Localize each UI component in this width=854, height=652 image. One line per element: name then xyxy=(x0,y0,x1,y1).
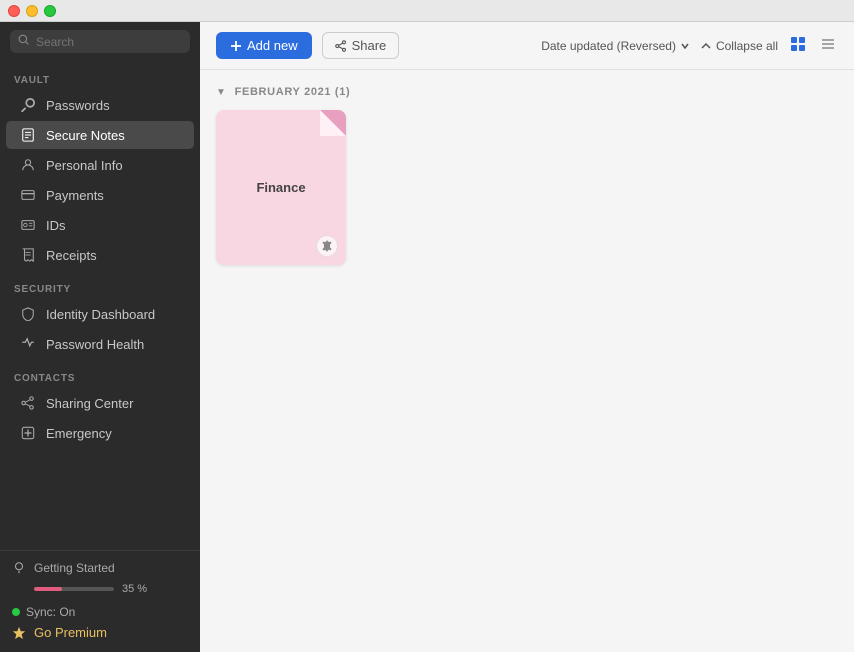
sidebar-footer: Getting Started 35 % Sync: On Go Premium xyxy=(0,550,200,652)
search-input[interactable] xyxy=(36,35,182,49)
sidebar-item-label: IDs xyxy=(46,218,66,233)
card-icon xyxy=(20,187,36,203)
titlebar xyxy=(0,0,854,22)
progress-bar-bg xyxy=(34,587,114,591)
sync-indicator xyxy=(12,608,20,616)
sync-row: Sync: On xyxy=(12,605,188,619)
sidebar-item-label: Receipts xyxy=(46,248,97,263)
security-section-label: SECURITY xyxy=(0,270,200,299)
go-premium-row[interactable]: Go Premium xyxy=(12,623,188,642)
vault-section-label: VAULT xyxy=(0,61,200,90)
search-bar[interactable] xyxy=(10,30,190,53)
chevron-down-icon xyxy=(680,41,690,51)
sidebar-item-emergency[interactable]: Emergency xyxy=(6,419,194,447)
note-icon xyxy=(20,127,36,143)
content-area: ▼ FEBRUARY 2021 (1) Finance xyxy=(200,70,854,652)
getting-started-label: Getting Started xyxy=(34,561,115,575)
toolbar: Add new Share Date updated (Reversed) Co… xyxy=(200,22,854,70)
person-icon xyxy=(20,157,36,173)
sidebar-item-label: Sharing Center xyxy=(46,396,133,411)
month-label: FEBRUARY 2021 (1) xyxy=(235,86,351,98)
premium-label: Go Premium xyxy=(34,625,107,640)
collapse-all-button[interactable]: Collapse all xyxy=(700,39,778,53)
grid-view-button[interactable] xyxy=(788,34,808,57)
sidebar-item-payments[interactable]: Payments xyxy=(6,181,194,209)
collapse-triangle-icon: ▼ xyxy=(216,87,227,98)
sort-label: Date updated (Reversed) xyxy=(541,39,676,53)
progress-percentage: 35 % xyxy=(122,583,147,595)
share-icon xyxy=(335,40,347,52)
sidebar-item-password-health[interactable]: Password Health xyxy=(6,330,194,358)
sidebar-item-secure-notes[interactable]: Secure Notes xyxy=(6,121,194,149)
maximize-button[interactable] xyxy=(44,5,56,17)
health-icon xyxy=(20,336,36,352)
minimize-button[interactable] xyxy=(26,5,38,17)
gear-button[interactable] xyxy=(316,235,338,257)
emergency-icon xyxy=(20,425,36,441)
sidebar-item-label: Passwords xyxy=(46,98,110,113)
sidebar-item-label: Emergency xyxy=(46,426,112,441)
plus-icon xyxy=(230,40,242,52)
sort-control[interactable]: Date updated (Reversed) xyxy=(541,39,690,53)
list-icon xyxy=(820,36,836,52)
app-body: VAULT Passwords Secure Notes Personal In… xyxy=(0,22,854,652)
share-button[interactable]: Share xyxy=(322,32,400,59)
sidebar-item-label: Payments xyxy=(46,188,104,203)
note-card-finance[interactable]: Finance xyxy=(216,110,346,265)
progress-bar-container: 35 % xyxy=(34,583,188,595)
progress-bar-fill xyxy=(34,587,62,591)
sidebar-item-passwords[interactable]: Passwords xyxy=(6,91,194,119)
sidebar-item-label: Password Health xyxy=(46,337,144,352)
grid-icon xyxy=(790,36,806,52)
getting-started-row: Getting Started xyxy=(12,561,188,575)
lightbulb-icon xyxy=(12,561,26,575)
sidebar-item-label: Personal Info xyxy=(46,158,123,173)
month-group: ▼ FEBRUARY 2021 (1) Finance xyxy=(216,86,838,265)
list-view-button[interactable] xyxy=(818,34,838,57)
gear-icon xyxy=(321,240,333,252)
receipt-icon xyxy=(20,247,36,263)
collapse-label: Collapse all xyxy=(716,39,778,53)
add-new-button[interactable]: Add new xyxy=(216,32,312,59)
share-label: Share xyxy=(352,38,387,53)
sidebar-item-label: Identity Dashboard xyxy=(46,307,155,322)
sidebar-item-personal-info[interactable]: Personal Info xyxy=(6,151,194,179)
key-icon xyxy=(20,97,36,113)
sidebar-item-sharing-center[interactable]: Sharing Center xyxy=(6,389,194,417)
sidebar-item-ids[interactable]: IDs xyxy=(6,211,194,239)
main-content: Add new Share Date updated (Reversed) Co… xyxy=(200,22,854,652)
sidebar-item-receipts[interactable]: Receipts xyxy=(6,241,194,269)
sidebar-item-label: Secure Notes xyxy=(46,128,125,143)
id-icon xyxy=(20,217,36,233)
search-icon xyxy=(18,34,30,49)
sidebar-item-identity-dashboard[interactable]: Identity Dashboard xyxy=(6,300,194,328)
collapse-icon xyxy=(700,40,712,52)
sync-label: Sync: On xyxy=(26,605,75,619)
cards-grid: Finance xyxy=(216,110,838,265)
add-new-label: Add new xyxy=(247,38,298,53)
star-icon xyxy=(12,626,26,640)
shield-icon xyxy=(20,306,36,322)
share-icon xyxy=(20,395,36,411)
note-card-title: Finance xyxy=(256,180,305,195)
close-button[interactable] xyxy=(8,5,20,17)
sidebar: VAULT Passwords Secure Notes Personal In… xyxy=(0,22,200,652)
month-header[interactable]: ▼ FEBRUARY 2021 (1) xyxy=(216,86,838,98)
contacts-section-label: CONTACTS xyxy=(0,359,200,388)
